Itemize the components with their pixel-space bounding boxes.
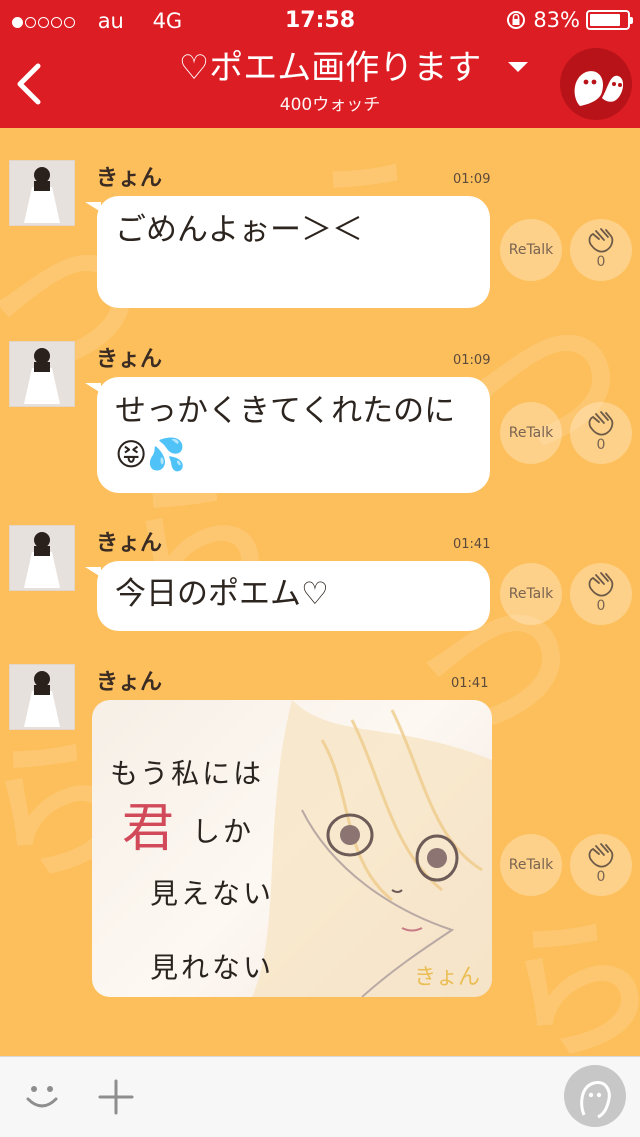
clap-count: 0 (596, 869, 606, 885)
avatar[interactable] (9, 664, 75, 730)
sender-name: きょん (96, 347, 163, 372)
message-bubble[interactable]: せっかくきてくれたのに 😝💦 (85, 377, 490, 493)
signature: きょん (413, 965, 480, 990)
clap-hands-icon (588, 411, 614, 436)
poem-line-2: しか (192, 815, 255, 848)
message-text: せっかくきてくれたのに (115, 393, 456, 429)
message-text: 今日のポエム♡ (115, 576, 329, 612)
battery-icon (586, 10, 633, 30)
orientation-lock-icon (507, 11, 526, 29)
app-header: au 4G 17:58 83% ♡ポエム画作ります 400ウォッチ (0, 0, 640, 128)
mic-icon[interactable] (564, 1065, 626, 1127)
message-bubble[interactable]: ごめんよぉー＞＜ (85, 196, 490, 308)
clap-count: 0 (596, 437, 606, 453)
status-bar: au 4G 17:58 83% (0, 0, 640, 40)
status-right: 83% (505, 8, 633, 32)
input-bar (0, 1056, 640, 1137)
avatar[interactable] (9, 525, 75, 591)
smile-icon[interactable] (22, 1077, 62, 1117)
clap-hands-icon (588, 228, 614, 253)
retalk-button[interactable]: ReTalk (500, 219, 562, 281)
plus-icon[interactable] (96, 1077, 136, 1117)
message-text: ごめんよぉー＞＜ (115, 212, 363, 248)
sender-name: きょん (96, 531, 163, 556)
clap-count: 0 (596, 598, 606, 614)
avatar[interactable] (9, 160, 75, 226)
clap-count: 0 (596, 254, 606, 270)
poem-highlight: 君 (122, 799, 175, 859)
clap-hands-icon (588, 843, 614, 868)
retalk-button[interactable]: ReTalk (500, 563, 562, 625)
clap-hands-icon (588, 572, 614, 597)
message-time: 01:41 (451, 676, 489, 691)
caret-down-icon[interactable] (508, 62, 528, 72)
sender-name: きょん (96, 670, 163, 695)
clap-button[interactable]: 0 (570, 219, 632, 281)
message-bubble[interactable]: 今日のポエム♡ (85, 561, 490, 631)
watch-count: 400ウォッチ (279, 95, 381, 115)
chevron-left-icon[interactable] (10, 58, 50, 110)
message-emoji: 😝💦 (115, 437, 186, 473)
poem-line-3: 見えない (150, 877, 275, 910)
poem-image[interactable]: もう私には 君 しか 見えない 見れない きょん (92, 700, 492, 997)
poem-line-4: 見れない (150, 951, 275, 984)
clap-button[interactable]: 0 (570, 834, 632, 896)
battery-percent: 83% (533, 8, 580, 32)
message-time: 01:41 (453, 537, 491, 552)
ghost-mascot-icon[interactable] (560, 48, 632, 120)
message-time: 01:09 (453, 353, 491, 368)
battery-fill (590, 14, 620, 26)
clap-button[interactable]: 0 (570, 402, 632, 464)
message-time: 01:09 (453, 172, 491, 187)
room-title-area[interactable]: ♡ポエム画作ります 400ウォッチ (120, 48, 540, 115)
page-title: ♡ポエム画作ります (178, 48, 482, 88)
clap-button[interactable]: 0 (570, 563, 632, 625)
retalk-button[interactable]: ReTalk (500, 402, 562, 464)
avatar[interactable] (9, 341, 75, 407)
retalk-button[interactable]: ReTalk (500, 834, 562, 896)
sender-name: きょん (96, 166, 163, 191)
